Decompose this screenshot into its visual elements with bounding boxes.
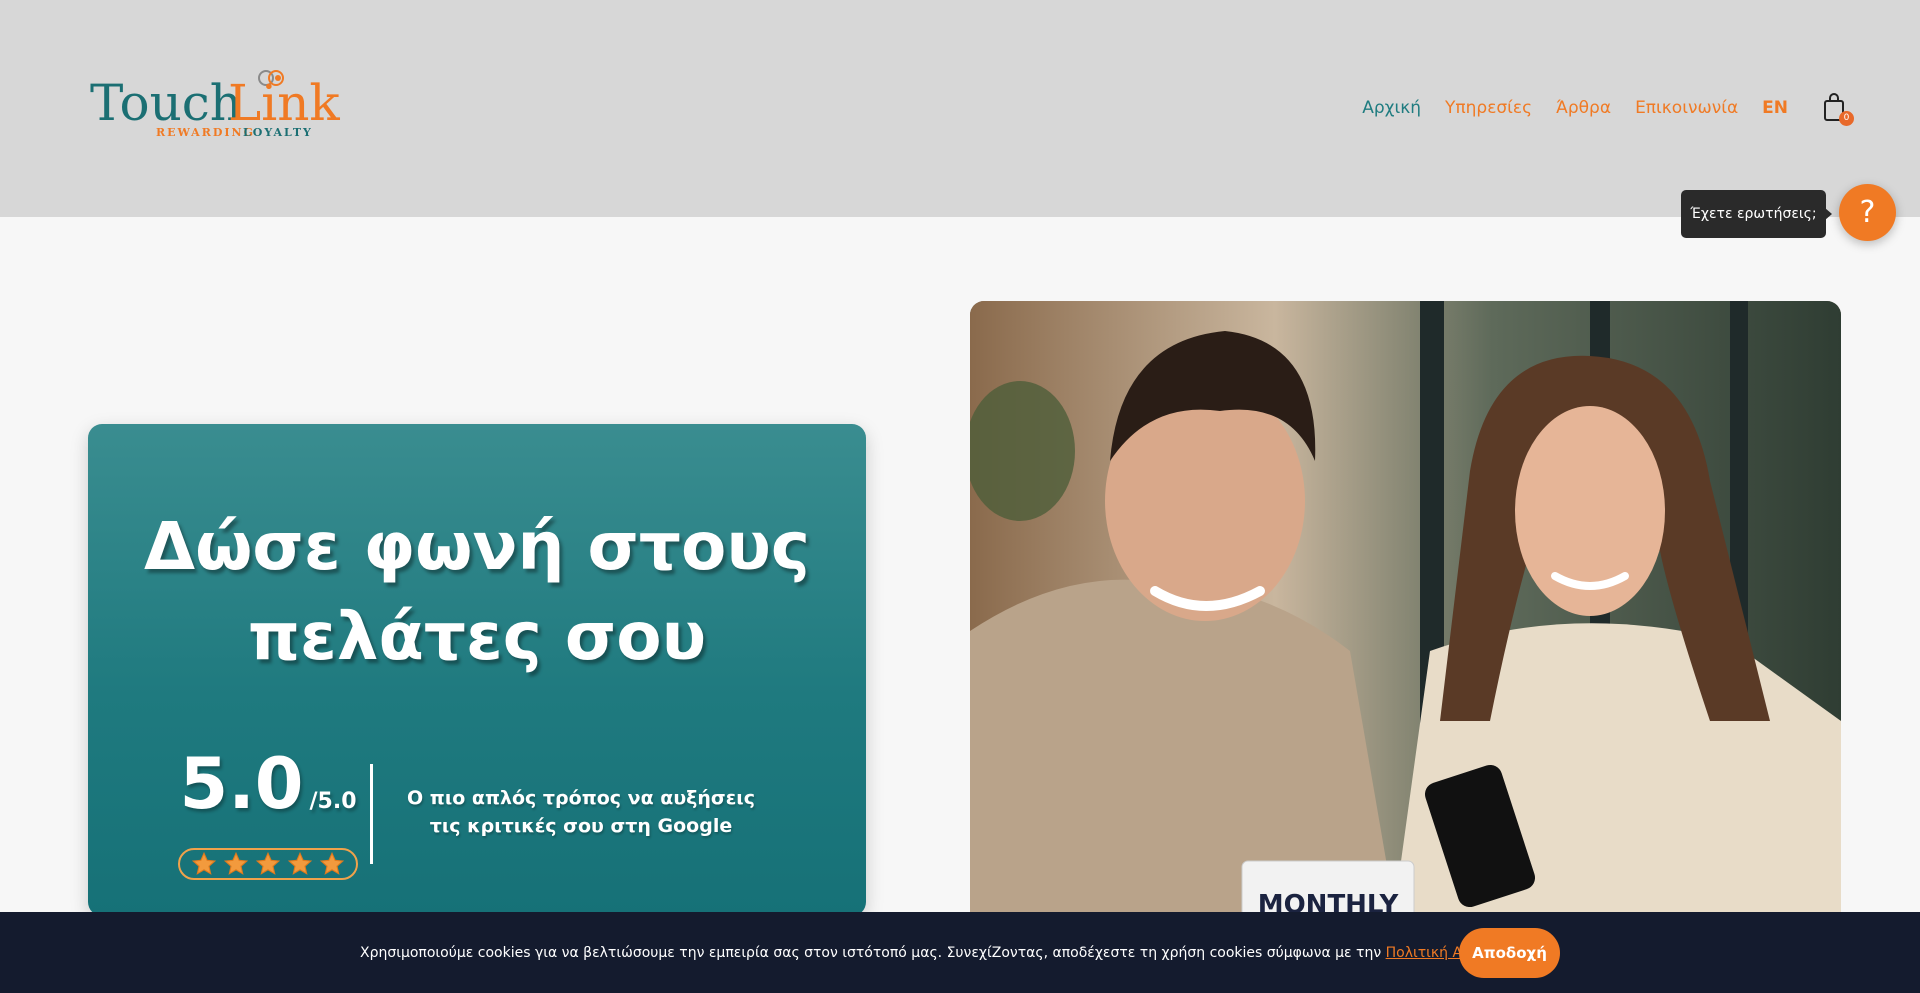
cookie-accept-button[interactable]: Αποδοχή	[1459, 928, 1560, 978]
cart-count-badge: 0	[1839, 111, 1854, 126]
rating-description: Ο πιο απλός τρόπος να αυξήσεις τις κριτι…	[406, 784, 756, 840]
rating-score: 5.0	[179, 743, 304, 825]
cart-button[interactable]: 0	[1822, 92, 1854, 126]
nav-item-services[interactable]: Υπηρεσίες	[1445, 96, 1532, 120]
star-icon	[319, 851, 345, 875]
logo-text-link: Link	[228, 74, 340, 132]
rating-value: 5.0/5.0	[168, 744, 368, 842]
language-switch-en[interactable]: EN	[1762, 96, 1788, 120]
touchlink-logo[interactable]: Touch Link REWARDING LOYALTY	[88, 64, 353, 144]
rating-divider	[370, 764, 373, 864]
nav-item-articles[interactable]: Άρθρα	[1556, 96, 1611, 120]
rating-max: /5.0	[309, 789, 357, 814]
star-icon	[255, 851, 281, 875]
logo-tagline-rewarding: REWARDING	[156, 126, 255, 139]
rating-block: 5.0/5.0	[168, 744, 368, 880]
site-header: Touch Link REWARDING LOYALTY Αρχική Υπηρ…	[0, 0, 1920, 217]
nav-item-home[interactable]: Αρχική	[1362, 96, 1421, 120]
hero-photo: MONTHLY	[970, 301, 1841, 941]
cookie-text: Χρησιμοποιούμε cookies για να βελτιώσουμ…	[360, 945, 1386, 961]
star-icon	[191, 851, 217, 875]
logo-tagline-loyalty: LOYALTY	[243, 126, 313, 139]
star-icon	[287, 851, 313, 875]
cookie-message: Χρησιμοποιούμε cookies για να βελτιώσουμ…	[360, 943, 1535, 963]
help-question-button[interactable]: ?	[1839, 184, 1896, 241]
cookie-consent-bar: Χρησιμοποιούμε cookies για να βελτιώσουμ…	[0, 912, 1920, 993]
star-icon	[223, 851, 249, 875]
help-tooltip[interactable]: Έχετε ερωτήσεις;	[1681, 190, 1832, 238]
hero-card: Δώσε φωνή στους πελάτες σου 5.0/5.0 Ο πι…	[88, 424, 866, 916]
logo-text-touch: Touch	[90, 74, 242, 132]
nav-item-contact[interactable]: Επικοινωνία	[1635, 96, 1738, 120]
rating-description-line-1: Ο πιο απλός τρόπος να αυξήσεις	[407, 787, 755, 809]
main-nav: Αρχική Υπηρεσίες Άρθρα Επικοινωνία EN	[1338, 96, 1788, 120]
rating-description-line-2: τις κριτικές σου στη Google	[429, 815, 733, 837]
star-rating	[178, 848, 358, 880]
hero-title: Δώσε φωνή στους πελάτες σου	[88, 502, 866, 682]
hero-title-line-1: Δώσε φωνή στους	[143, 508, 811, 585]
hero-title-line-2: πελάτες σου	[247, 598, 707, 675]
